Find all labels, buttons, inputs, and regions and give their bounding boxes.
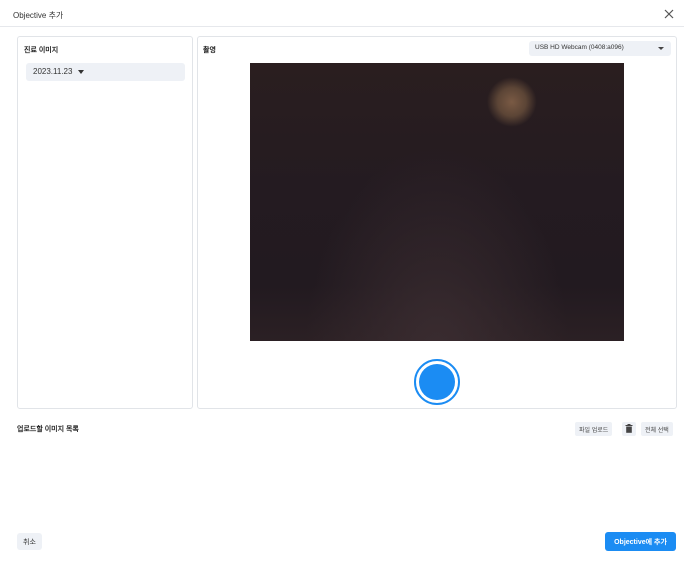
shutter-button-icon — [419, 364, 455, 400]
file-upload-button[interactable]: 파일 업로드 — [575, 422, 613, 436]
capture-heading: 촬영 — [203, 47, 216, 54]
add-to-objective-button[interactable]: Objective에 추가 — [605, 532, 676, 551]
shutter-button[interactable] — [414, 359, 460, 405]
caret-down-icon — [658, 47, 664, 50]
caret-down-icon — [78, 70, 84, 74]
dialog-header: Objective 추가 — [0, 0, 684, 27]
clinical-images-panel: 진료 이미지 2023.11.23 — [17, 36, 193, 409]
clinical-images-heading: 진료 이미지 — [24, 47, 59, 54]
trash-icon[interactable] — [622, 422, 636, 436]
camera-preview — [250, 63, 624, 341]
objective-add-dialog: Objective 추가 진료 이미지 2023.11.23 촬영 USB HD… — [0, 0, 684, 565]
select-all-button[interactable]: 전체 선택 — [641, 422, 673, 436]
capture-panel: 촬영 USB HD Webcam (0408:a096) — [197, 36, 677, 409]
cancel-button[interactable]: 취소 — [17, 533, 42, 550]
close-icon[interactable] — [662, 7, 676, 21]
camera-select-value: USB HD Webcam (0408:a096) — [535, 44, 624, 51]
dialog-title: Objective 추가 — [13, 11, 64, 20]
date-select-value: 2023.11.23 — [33, 67, 73, 76]
camera-select[interactable]: USB HD Webcam (0408:a096) — [529, 41, 671, 56]
upload-list-heading: 업로드할 이미지 목록 — [17, 426, 79, 433]
date-select[interactable]: 2023.11.23 — [26, 63, 185, 81]
